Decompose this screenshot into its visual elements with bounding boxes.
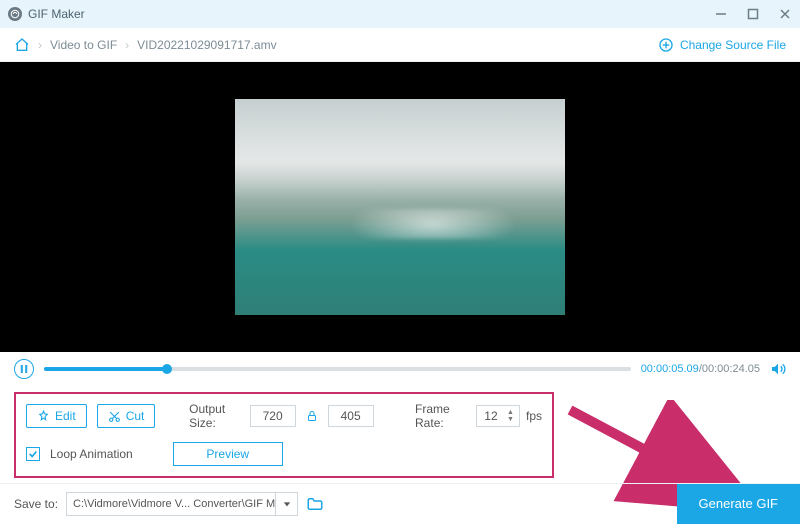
current-time: 00:00:05.09	[641, 363, 699, 375]
close-button[interactable]	[778, 7, 792, 21]
frame-rate-input[interactable]	[477, 409, 505, 423]
video-area	[0, 62, 800, 352]
save-to-label: Save to:	[14, 497, 58, 511]
rate-up-icon[interactable]: ▲	[507, 409, 517, 416]
edit-label: Edit	[55, 409, 76, 423]
frame-rate-stepper[interactable]: ▲▼	[476, 405, 520, 427]
app-icon	[8, 7, 22, 21]
total-time: 00:00:24.05	[702, 363, 760, 375]
minimize-button[interactable]	[714, 7, 728, 21]
generate-gif-label: Generate GIF	[699, 496, 778, 511]
seek-slider[interactable]	[44, 367, 631, 371]
fps-label: fps	[526, 409, 542, 423]
output-height-input[interactable]	[328, 405, 374, 427]
time-display: 00:00:05.09/00:00:24.05	[641, 363, 760, 375]
save-path-display[interactable]: C:\Vidmore\Vidmore V... Converter\GIF Ma…	[66, 492, 276, 516]
preview-label: Preview	[206, 447, 249, 461]
output-width-input[interactable]	[250, 405, 296, 427]
app-title: GIF Maker	[28, 7, 85, 21]
generate-gif-button[interactable]: Generate GIF	[677, 484, 800, 524]
change-source-label: Change Source File	[680, 38, 786, 52]
preview-button[interactable]: Preview	[173, 442, 283, 466]
rate-down-icon[interactable]: ▼	[507, 416, 517, 423]
change-source-button[interactable]: Change Source File	[658, 37, 786, 53]
titlebar: GIF Maker	[0, 0, 800, 28]
breadcrumb-separator: ›	[125, 38, 129, 52]
player-bar: 00:00:05.09/00:00:24.05	[0, 352, 800, 386]
output-size-label: Output Size:	[189, 402, 239, 430]
breadcrumb-level2: VID20221029091717.amv	[137, 38, 276, 52]
settings-panel: Edit Cut Output Size: Frame Rate: ▲▼ fps…	[14, 392, 554, 478]
home-icon[interactable]	[14, 37, 30, 53]
footer: Save to: C:\Vidmore\Vidmore V... Convert…	[0, 483, 800, 523]
save-path-dropdown[interactable]	[276, 492, 298, 516]
lock-icon[interactable]	[306, 410, 318, 422]
breadcrumb-level1[interactable]: Video to GIF	[50, 38, 117, 52]
video-preview[interactable]	[235, 99, 565, 315]
breadcrumb-separator: ›	[38, 38, 42, 52]
pause-button[interactable]	[14, 359, 34, 379]
loop-animation-label: Loop Animation	[50, 447, 133, 461]
frame-rate-label: Frame Rate:	[415, 402, 466, 430]
cut-button[interactable]: Cut	[97, 404, 156, 428]
edit-button[interactable]: Edit	[26, 404, 87, 428]
loop-animation-checkbox[interactable]	[26, 447, 40, 461]
open-folder-button[interactable]	[306, 495, 324, 513]
breadcrumb: › Video to GIF › VID20221029091717.amv C…	[0, 28, 800, 62]
cut-label: Cut	[126, 409, 145, 423]
volume-icon[interactable]	[770, 361, 786, 377]
window-controls	[714, 7, 792, 21]
maximize-button[interactable]	[746, 7, 760, 21]
